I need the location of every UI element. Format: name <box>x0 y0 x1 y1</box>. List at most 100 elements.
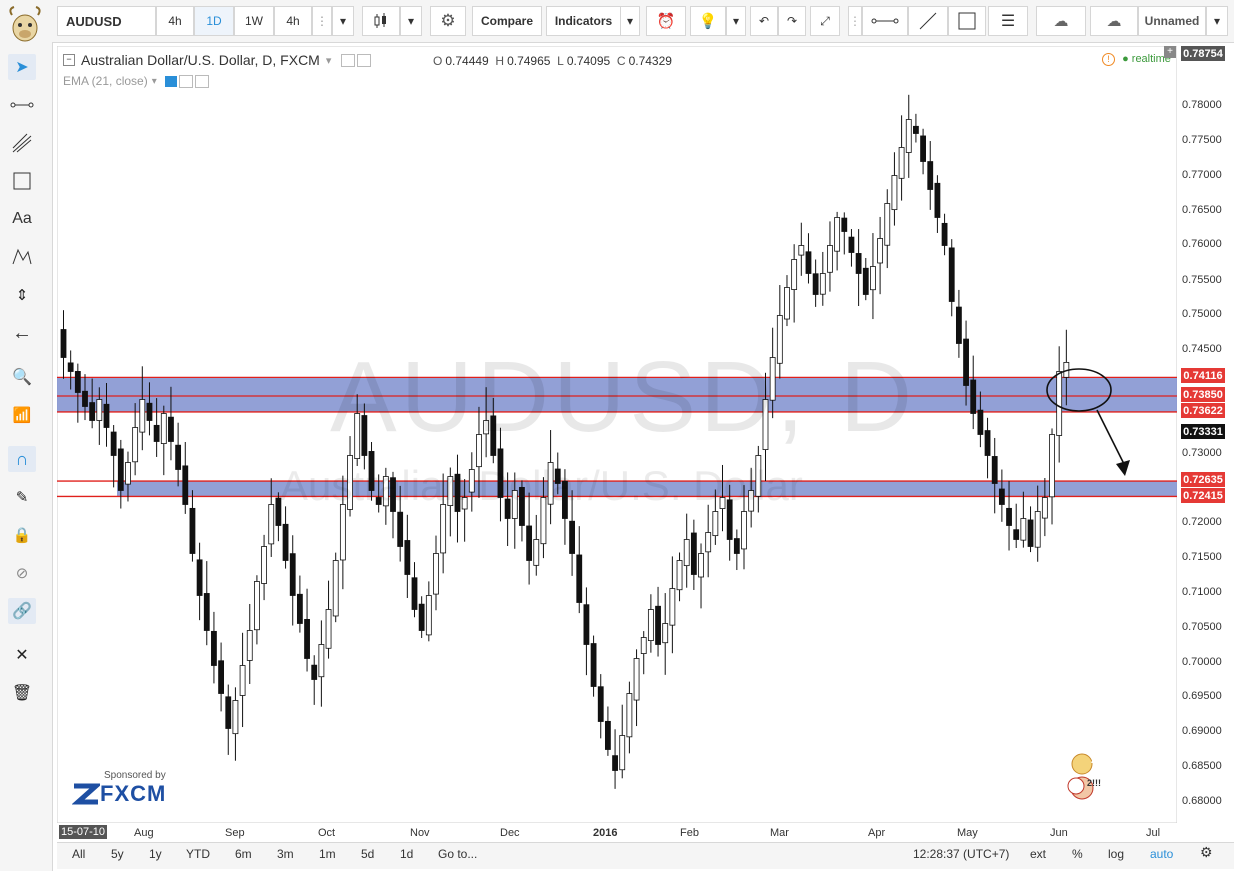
hide-drawings-button[interactable]: ⊘ <box>8 560 36 586</box>
interval-1d-button[interactable]: 1D <box>194 6 234 36</box>
fullscreen-button[interactable]: ⤢ <box>810 6 840 36</box>
undo-button[interactable]: ↶ <box>750 6 778 36</box>
indicators-chevron-icon[interactable]: ▾ <box>620 6 640 36</box>
ema-visibility-eye-icon[interactable] <box>164 75 177 87</box>
high-label: H <box>495 54 505 68</box>
cursor-tool-button[interactable]: ➤ <box>8 54 36 80</box>
zoom-in-button[interactable]: 🔍 <box>8 364 36 390</box>
warning-circle-icon[interactable]: ! <box>1102 53 1115 66</box>
redo-icon: ↷ <box>786 14 798 28</box>
clock-timezone[interactable]: 12:28:37 (UTC+7) <box>913 847 1009 861</box>
auto-scale-toggle[interactable]: auto <box>1150 847 1173 861</box>
price-level-badge: 0.72635 <box>1181 472 1225 487</box>
trendline-tool-button[interactable] <box>908 6 948 36</box>
price-level-badge: 0.72415 <box>1181 488 1225 503</box>
zoom-out-button[interactable]: 📶 <box>8 402 36 428</box>
interval-1w-button[interactable]: 1W <box>234 6 274 36</box>
ideas-lightbulb-button[interactable]: 💡 <box>690 6 726 36</box>
ema-chevron-icon[interactable]: ▾ <box>152 76 157 87</box>
fxcm-logo-icon <box>72 783 100 805</box>
line-tool-button[interactable] <box>8 92 36 118</box>
arrow-left-icon: ← <box>12 321 32 344</box>
settings-gear-button[interactable]: ⚙ <box>430 6 466 36</box>
log-scale-toggle[interactable]: log <box>1108 847 1124 861</box>
goto-date-button[interactable]: Go to... <box>438 847 477 861</box>
price-level-badge: 0.73850 <box>1181 387 1225 402</box>
trendline-icon <box>919 12 937 30</box>
interval-4h-favorite-button[interactable]: 4h <box>274 6 312 36</box>
measure-tool-button[interactable]: ⇕ <box>8 282 36 308</box>
sponsor-label: Sponsored by <box>104 770 166 781</box>
undo-icon: ↶ <box>758 14 770 28</box>
range-button[interactable]: YTD <box>186 847 210 861</box>
ema-legend[interactable]: EMA (21, close) ▾ <box>63 74 209 88</box>
ema-remove-icon[interactable] <box>194 74 209 88</box>
price-tick-label: 0.68000 <box>1182 795 1222 807</box>
price-tick-label: 0.77500 <box>1182 134 1222 146</box>
interval-dropdown-chevron-icon[interactable]: ▾ <box>332 6 354 36</box>
chart-style-chevron-icon[interactable]: ▾ <box>400 6 422 36</box>
series-title-chevron-icon[interactable]: ▾ <box>326 54 332 67</box>
sponsor-block[interactable]: Sponsored by FXCM <box>72 770 166 807</box>
range-button[interactable]: 3m <box>277 847 294 861</box>
object-tree-button[interactable]: ✕ <box>8 642 36 668</box>
series-settings-icon[interactable] <box>357 53 372 67</box>
candles-icon <box>374 13 386 28</box>
range-button[interactable]: 5y <box>111 847 124 861</box>
sync-drawings-button[interactable]: 🔗 <box>8 598 36 624</box>
pitchfork-tool-button[interactable] <box>8 130 36 156</box>
alert-clock-button[interactable]: ⏰ <box>646 6 686 36</box>
chart-properties-gear-icon[interactable]: ⚙ <box>1200 844 1213 861</box>
range-button[interactable]: 6m <box>235 847 252 861</box>
compare-button[interactable]: Compare <box>472 6 542 36</box>
candle-style-button[interactable] <box>362 6 400 36</box>
ideas-chevron-icon[interactable]: ▾ <box>726 6 746 36</box>
drag-handle-icon[interactable]: ⋮ <box>848 6 862 36</box>
time-tick-label: Nov <box>410 827 430 839</box>
time-tick-label: Oct <box>318 827 336 839</box>
more-dots-icon[interactable]: ⋮ <box>312 6 332 36</box>
layout-name-button[interactable]: Unnamed <box>1138 6 1206 36</box>
tradingview-bull-logo[interactable] <box>4 3 46 43</box>
horizontal-line-tool-button[interactable] <box>862 6 908 36</box>
tools-wrench-icon: ✕ <box>15 647 29 664</box>
lock-icon: 🔒 <box>12 527 32 544</box>
price-tick-label: 0.74500 <box>1182 343 1222 355</box>
back-arrow-button[interactable]: ← <box>8 320 36 346</box>
stay-in-drawing-mode-button[interactable]: ✎ <box>8 484 36 510</box>
time-tick-label: Mar <box>770 827 789 839</box>
lines-menu-button[interactable]: ☰ <box>988 6 1028 36</box>
maximize-chart-button[interactable]: + <box>1164 46 1176 58</box>
redo-button[interactable]: ↷ <box>778 6 806 36</box>
magnet-mode-button[interactable]: ∩ <box>8 446 36 472</box>
series-visibility-eye-icon[interactable] <box>341 53 356 67</box>
lock-drawings-button[interactable]: 🔒 <box>8 522 36 548</box>
economic-events-markers[interactable]: 2 2!!! <box>1056 750 1106 810</box>
series-title: Australian Dollar/U.S. Dollar, D, FXCM <box>81 52 320 68</box>
range-button[interactable]: 1y <box>149 847 162 861</box>
shape-tool-button[interactable] <box>8 168 36 194</box>
ema-settings-icon[interactable] <box>178 74 193 88</box>
remove-drawings-button[interactable]: 🗑 <box>8 680 36 706</box>
rectangle-tool-button[interactable] <box>948 6 986 36</box>
range-button[interactable]: 5d <box>361 847 374 861</box>
pattern-tool-button[interactable] <box>8 244 36 270</box>
australia-event-flag-icon[interactable] <box>1071 753 1093 775</box>
interval-4h-button[interactable]: 4h <box>156 6 194 36</box>
load-layout-cloud-button[interactable]: ☁ <box>1036 6 1086 36</box>
gear-icon: ⚙ <box>440 11 456 30</box>
save-layout-cloud-button[interactable]: ☁ <box>1090 6 1138 36</box>
range-button[interactable]: 1d <box>400 847 413 861</box>
extended-hours-toggle[interactable]: ext <box>1030 847 1046 861</box>
collapse-legend-icon[interactable]: − <box>63 54 75 66</box>
time-tick-label: Apr <box>868 827 886 839</box>
range-button[interactable]: All <box>72 847 85 861</box>
text-tool-button[interactable]: Aa <box>8 206 36 232</box>
symbol-search-button[interactable]: AUDUSD <box>57 6 156 36</box>
layout-chevron-icon[interactable]: ▾ <box>1206 6 1228 36</box>
rectangle-shape-icon <box>13 172 31 190</box>
range-button[interactable]: 1m <box>319 847 336 861</box>
series-legend[interactable]: − Australian Dollar/U.S. Dollar, D, FXCM… <box>63 52 372 68</box>
percent-scale-toggle[interactable]: % <box>1072 847 1083 861</box>
indicators-button[interactable]: Indicators <box>546 6 621 36</box>
